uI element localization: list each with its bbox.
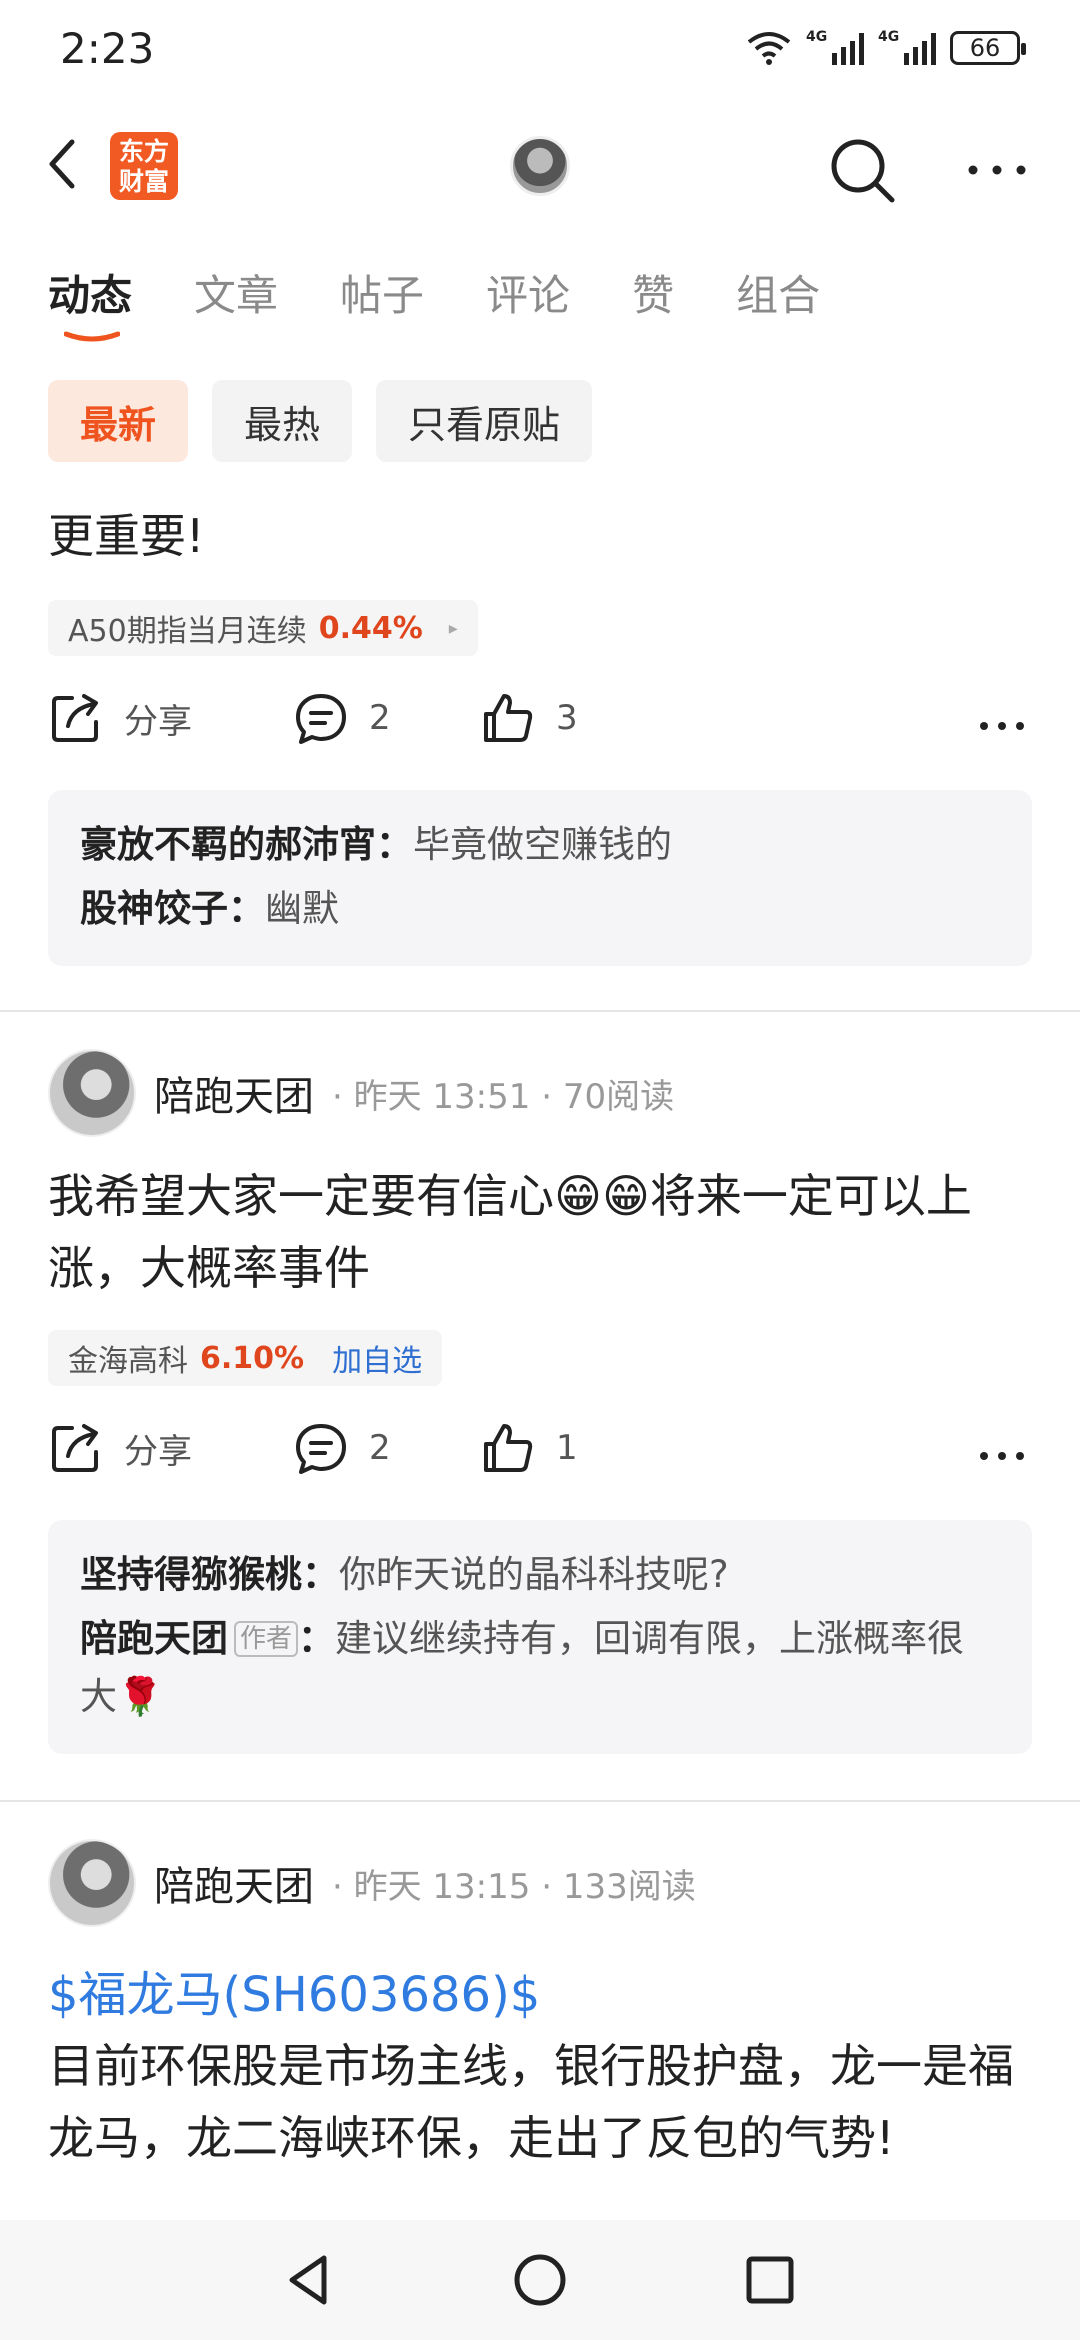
filter-bar: 最新 最热 只看原贴 xyxy=(48,380,593,462)
status-icons: 4G 4G 66 xyxy=(746,29,1026,66)
post-divider xyxy=(0,1800,1080,1802)
back-arrow-icon[interactable] xyxy=(40,134,90,194)
comment-icon xyxy=(296,1424,346,1474)
share-button[interactable]: 分享 xyxy=(48,1420,192,1476)
cell-signal-1-icon: 4G xyxy=(806,29,864,65)
like-button[interactable]: 1 xyxy=(480,1420,578,1476)
share-icon xyxy=(52,1424,98,1472)
add-watchlist-button[interactable]: 加自选 xyxy=(332,1336,422,1380)
system-nav-bar xyxy=(0,2220,1080,2340)
comment-item[interactable]: 豪放不羁的郝沛宵：毕竟做空赚钱的 xyxy=(80,816,1000,874)
avatar[interactable] xyxy=(48,1839,136,1927)
post-more-icon[interactable] xyxy=(978,706,1026,746)
filter-hottest[interactable]: 最热 xyxy=(212,380,353,462)
stock-name: 金海高科 xyxy=(68,1344,188,1379)
comment-icon xyxy=(296,694,346,744)
post-2-actions: 分享 2 1 xyxy=(48,1420,1038,1490)
post-2-author-row: 陪跑天团 · 昨天 13:51 · 70阅读 xyxy=(48,1048,674,1138)
thumbs-up-icon xyxy=(484,1424,533,1472)
post-meta: · 昨天 13:51 · 70阅读 xyxy=(332,1076,675,1117)
stock-change: 6.10% xyxy=(200,1340,305,1376)
like-button[interactable]: 3 xyxy=(480,690,578,746)
avatar[interactable] xyxy=(48,1049,136,1137)
tab-portfolio[interactable]: 组合 xyxy=(736,262,820,323)
post-divider xyxy=(0,1010,1080,1012)
battery-icon: 66 xyxy=(950,31,1026,65)
stock-link[interactable]: $福龙马(SH603686)$ xyxy=(48,1955,540,2025)
author-name[interactable]: 陪跑天团 xyxy=(154,1854,314,1912)
wifi-icon xyxy=(747,32,791,65)
tab-comments[interactable]: 评论 xyxy=(486,262,570,323)
post-1-comments: 豪放不羁的郝沛宵：毕竟做空赚钱的 股神饺子：幽默 xyxy=(48,790,1032,966)
share-icon xyxy=(52,694,98,742)
comment-item[interactable]: 股神饺子：幽默 xyxy=(80,880,1000,938)
nav-home-icon[interactable] xyxy=(510,2250,570,2310)
status-time: 2:23 xyxy=(60,24,155,73)
comment-item[interactable]: 坚持得猕猴桃：你昨天说的晶科科技呢? xyxy=(80,1546,1000,1604)
post-1-actions: 分享 2 3 xyxy=(48,690,1038,760)
app-logo[interactable]: 东方 财富 xyxy=(110,132,178,200)
post-meta: · 昨天 13:15 · 133阅读 xyxy=(332,1866,696,1907)
profile-tabs: 动态 文章 帖子 评论 赞 组合 xyxy=(48,262,882,342)
comment-item[interactable]: 陪跑天团 作者 ：建议继续持有，回调有限，上涨概率很大🌹 xyxy=(80,1610,1000,1726)
nav-back-icon[interactable] xyxy=(280,2250,340,2310)
comment-button[interactable]: 2 xyxy=(293,1420,391,1476)
tab-articles[interactable]: 文章 xyxy=(194,262,278,323)
arrow-right-icon: ▸ xyxy=(448,617,458,639)
post-1-text[interactable]: 更重要! xyxy=(48,500,1028,572)
post-2-comments: 坚持得猕猴桃：你昨天说的晶科科技呢? 陪跑天团 作者 ：建议继续持有，回调有限，上涨… xyxy=(48,1520,1032,1754)
cell-signal-2-icon: 4G xyxy=(878,29,936,65)
search-icon[interactable] xyxy=(828,136,898,206)
filter-original-only[interactable]: 只看原贴 xyxy=(376,380,593,462)
post-2-text[interactable]: 我希望大家一定要有信心😁😁将来一定可以上涨，大概率事件 xyxy=(48,1160,1028,1304)
status-bar: 2:23 4G 4G 66 xyxy=(0,0,1080,100)
tab-likes[interactable]: 赞 xyxy=(632,262,674,323)
post-more-icon[interactable] xyxy=(978,1436,1026,1476)
author-badge: 作者 xyxy=(234,1621,299,1657)
filter-latest[interactable]: 最新 xyxy=(48,380,189,462)
comment-button[interactable]: 2 xyxy=(293,690,391,746)
stock-name: A50期指当月连续 xyxy=(68,614,307,649)
top-header: 东方 财富 xyxy=(0,110,1080,220)
post-3-author-row: 陪跑天团 · 昨天 13:15 · 133阅读 xyxy=(48,1838,696,1928)
nav-recents-icon[interactable] xyxy=(740,2250,800,2310)
more-options-icon[interactable] xyxy=(965,150,1029,190)
author-name[interactable]: 陪跑天团 xyxy=(154,1064,314,1122)
tab-dynamics[interactable]: 动态 xyxy=(48,262,132,342)
tab-posts[interactable]: 帖子 xyxy=(340,262,424,323)
post-3-text[interactable]: 目前环保股是市场主线，银行股护盘，龙一是福龙马，龙二海峡环保，走出了反包的气势! xyxy=(48,2030,1028,2174)
share-button[interactable]: 分享 xyxy=(48,690,192,746)
tab-active-indicator xyxy=(64,331,120,342)
post-2-stock-tag[interactable]: 金海高科 6.10% 加自选 xyxy=(48,1330,443,1386)
post-1-stock-tag[interactable]: A50期指当月连续 0.44% ▸ xyxy=(48,600,478,656)
thumbs-up-icon xyxy=(484,694,533,742)
header-avatar[interactable] xyxy=(510,136,570,196)
stock-change: 0.44% xyxy=(318,610,423,646)
